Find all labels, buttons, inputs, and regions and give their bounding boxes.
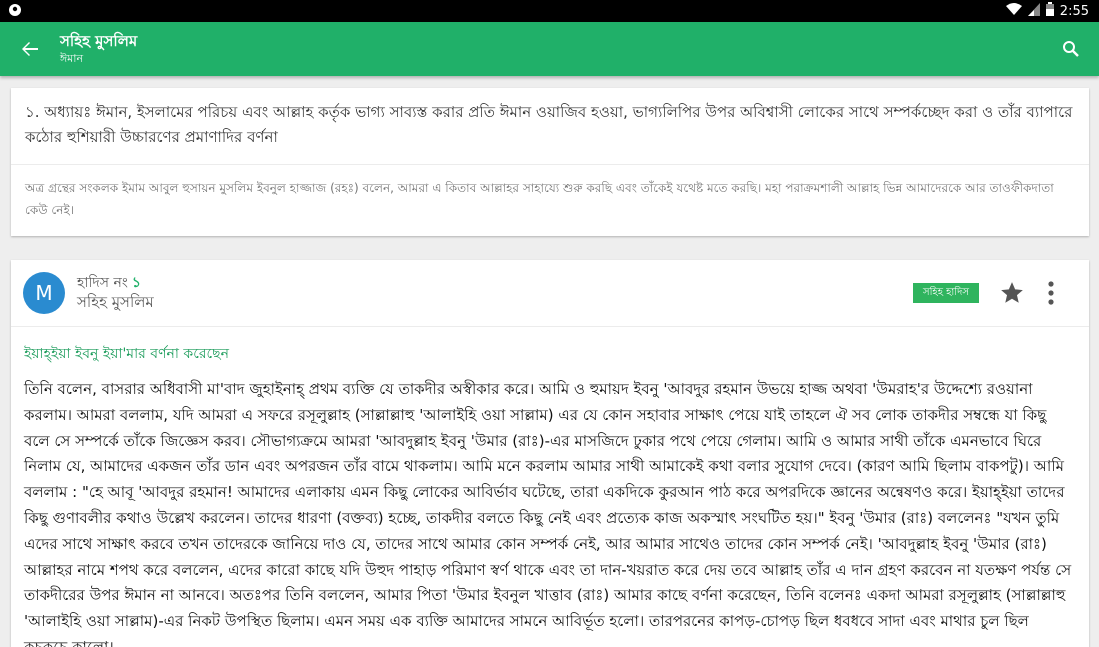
search-button[interactable]	[1043, 22, 1099, 76]
app-title: সহিহ মুসলিম	[60, 32, 138, 50]
app-subtitle: ঈমান	[60, 52, 84, 65]
back-button[interactable]	[0, 22, 60, 76]
more-options-button[interactable]	[1041, 278, 1061, 308]
hadith-number-line: হাদিস নং ১	[77, 274, 913, 292]
favorite-button[interactable]	[997, 278, 1027, 308]
chapter-title: ১. অধ্যায়ঃ ঈমান, ইসলামের পরিচয় এবং আল্…	[25, 103, 1073, 146]
avatar: M	[23, 272, 65, 314]
app-bar: সহিহ মুসলিম ঈমান	[0, 22, 1099, 76]
hadith-book: সহিহ মুসলিম	[77, 293, 154, 311]
hadith-number: ১	[131, 275, 141, 291]
hadith-header: M হাদিস নং ১ সহিহ মুসলিম সহিহ হাদিস	[11, 260, 1089, 327]
hadith-meta: হাদিস নং ১ সহিহ মুসলিম	[77, 274, 913, 312]
grade-badge: সহিহ হাদিস	[912, 283, 979, 303]
status-time: 2:55	[1059, 3, 1089, 19]
more-vert-icon	[1048, 281, 1054, 305]
star-icon	[1001, 282, 1023, 303]
chapter-intro: অত্র গ্রন্থের সংকলক ইমাম আবুল হুসায়ন মু…	[25, 181, 1054, 217]
wifi-icon	[1005, 2, 1022, 20]
signal-icon	[1027, 2, 1040, 20]
hadith-number-label: হাদিস নং	[77, 275, 128, 291]
chapter-card: ১. অধ্যায়ঃ ঈমান, ইসলামের পরিচয় এবং আল্…	[11, 88, 1089, 236]
notification-icon	[8, 2, 22, 21]
battery-icon	[1045, 2, 1054, 20]
hadith-card: M হাদিস নং ১ সহিহ মুসলিম সহিহ হাদিস ইয়াহ…	[11, 260, 1089, 647]
status-bar: 2:55	[0, 0, 1099, 22]
arrow-left-icon	[22, 42, 38, 56]
hadith-text: তিনি বলেন, বাসরার অধিবাসী মা'বাদ জুহাইনা…	[24, 380, 1072, 647]
search-icon	[1063, 41, 1079, 57]
hadith-narrator: ইয়াহ্ইয়া ইবনু ইয়া'মার বর্ণনা করেছেন	[24, 346, 229, 362]
